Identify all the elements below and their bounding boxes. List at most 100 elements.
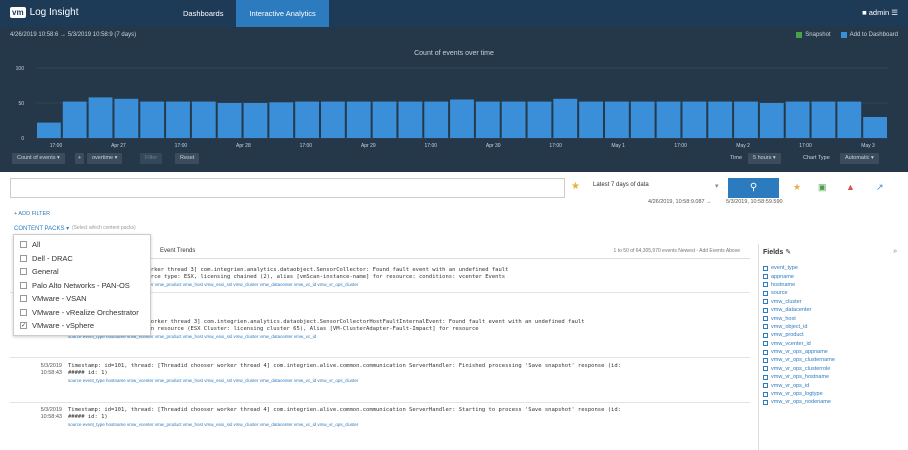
event-text[interactable]: #### [Threadid chooser worker thread 3] … <box>68 267 744 281</box>
chart-bar[interactable] <box>217 103 242 138</box>
add-filter-link[interactable]: + ADD FILTER <box>14 211 50 217</box>
export-icon[interactable]: ↗ <box>876 182 884 193</box>
chart-bar[interactable] <box>398 101 423 138</box>
content-pack-option[interactable]: ✓ VMware - vSphere <box>14 319 150 333</box>
chart-bar[interactable] <box>372 101 397 138</box>
event-fields[interactable]: source event_type hostname vmw_vcenter v… <box>68 377 744 384</box>
field-checkbox[interactable] <box>763 265 768 271</box>
chart-reset-button[interactable]: Reset <box>175 153 200 164</box>
chart-bar[interactable] <box>475 101 500 138</box>
add-dashboard-icon[interactable]: ▣ <box>818 182 827 193</box>
field-checkbox[interactable] <box>763 324 768 330</box>
time-range-select[interactable]: Latest 7 days of data <box>593 182 649 188</box>
tab-interactive-analytics[interactable]: Interactive Analytics <box>236 0 329 27</box>
chart-bar[interactable] <box>759 103 784 138</box>
chart-bar[interactable] <box>837 101 862 138</box>
chart-bar[interactable] <box>321 101 345 138</box>
chart-bar[interactable] <box>62 101 87 138</box>
events-tab-title[interactable]: Event Trends <box>160 248 195 254</box>
content-pack-option[interactable]: All <box>14 238 150 252</box>
user-menu[interactable]: ■ admin ☰ <box>862 8 898 17</box>
chart-bar[interactable] <box>682 101 707 138</box>
chart-filter-button[interactable]: Filter <box>140 153 163 164</box>
event-fields[interactable]: source event_type hostname vmw_vcenter v… <box>68 421 744 428</box>
field-item[interactable]: vmw_vr_ops_nodename <box>763 398 835 406</box>
field-checkbox[interactable] <box>763 299 768 305</box>
content-pack-option[interactable]: General <box>14 265 150 279</box>
content-packs-toggle[interactable]: CONTENT PACKS ▾ <box>14 225 69 232</box>
field-item[interactable]: vmw_vcenter_id <box>763 340 835 348</box>
checkbox-checked[interactable]: ✓ <box>20 322 27 330</box>
field-item[interactable]: appname <box>763 272 835 280</box>
tab-dashboards[interactable]: Dashboards <box>170 0 236 27</box>
field-item[interactable]: vmw_vr_ops_id <box>763 381 835 389</box>
snapshot-button[interactable]: Snapshot <box>796 32 831 38</box>
chart-bar[interactable] <box>243 103 268 138</box>
checkbox[interactable] <box>20 254 27 262</box>
field-item[interactable]: vmw_vr_ops_logtype <box>763 390 835 398</box>
event-fields[interactable]: source event_type hostname vmw_vcenter v… <box>68 281 744 288</box>
field-checkbox[interactable] <box>763 290 768 296</box>
field-checkbox[interactable] <box>763 374 768 380</box>
chart-bar[interactable] <box>269 102 294 138</box>
field-checkbox[interactable] <box>763 399 768 405</box>
field-checkbox[interactable] <box>763 349 768 355</box>
content-pack-option[interactable]: Palo Alto Networks - PAN-OS <box>14 279 150 293</box>
field-checkbox[interactable] <box>763 391 768 397</box>
chart-bar[interactable] <box>140 101 165 138</box>
field-item[interactable]: vmw_product <box>763 331 835 339</box>
content-pack-option[interactable]: VMware - vRealize Orchestrator <box>14 306 150 320</box>
overtime-dropdown[interactable]: overtime ▾ <box>87 153 123 164</box>
field-item[interactable]: vmw_host <box>763 314 835 322</box>
chart-bar[interactable] <box>501 101 526 138</box>
search-input[interactable] <box>10 178 565 198</box>
field-item[interactable]: vmw_vr_ops_clusterrole <box>763 365 835 373</box>
checkbox[interactable] <box>20 308 27 316</box>
chart-bar[interactable] <box>605 101 629 138</box>
chevron-down-icon[interactable]: ▾ <box>715 182 719 190</box>
chart-bar[interactable] <box>450 99 474 139</box>
pencil-icon[interactable]: ✎ <box>785 249 791 256</box>
field-checkbox[interactable] <box>763 332 768 338</box>
field-checkbox[interactable] <box>763 341 768 347</box>
chart-bar[interactable] <box>656 101 681 138</box>
chart-bar[interactable] <box>88 97 113 138</box>
field-checkbox[interactable] <box>763 366 768 372</box>
alert-bell-icon[interactable]: ▲ <box>846 182 855 192</box>
checkbox[interactable] <box>20 241 27 249</box>
chart-bar[interactable] <box>295 101 319 138</box>
checkbox[interactable] <box>20 295 27 303</box>
favorites-icon[interactable]: ★ <box>793 182 801 193</box>
chart-type-dropdown[interactable]: Automatic ▾ <box>840 153 879 164</box>
chart-bar[interactable] <box>811 101 836 138</box>
chart-bar[interactable] <box>863 117 887 138</box>
collapse-icon[interactable]: » <box>893 248 897 255</box>
field-item[interactable]: vmw_vr_ops_clustername <box>763 356 835 364</box>
field-item[interactable]: vmw_cluster <box>763 298 835 306</box>
checkbox[interactable] <box>20 268 27 276</box>
event-text[interactable]: Timestamp: id=101, thread: [Threadid cho… <box>68 407 744 421</box>
chart-bar[interactable] <box>553 98 578 138</box>
field-checkbox[interactable] <box>763 307 768 313</box>
field-item[interactable]: vmw_datacenter <box>763 306 835 314</box>
event-fields[interactable]: source event_type hostname vmw_vcenter v… <box>68 333 744 340</box>
end-date[interactable]: 5/3/2019, 10:58:59.590 <box>726 199 783 205</box>
add-to-dashboard-button[interactable]: Add to Dashboard <box>840 32 898 38</box>
field-item[interactable]: event_type <box>763 264 835 272</box>
field-item[interactable]: vmw_vr_ops_hostname <box>763 373 835 381</box>
checkbox[interactable] <box>20 281 27 289</box>
time-dropdown[interactable]: 5 hours ▾ <box>748 153 781 164</box>
field-item[interactable]: hostname <box>763 281 835 289</box>
chart-bar[interactable] <box>114 98 139 138</box>
field-item[interactable]: source <box>763 289 835 297</box>
field-item[interactable]: vmw_vr_ops_appname <box>763 348 835 356</box>
chart-bar[interactable] <box>424 101 449 138</box>
chart-bar[interactable] <box>734 101 758 138</box>
start-date[interactable]: 4/26/2019, 10:58:9.087 → <box>648 199 712 205</box>
field-checkbox[interactable] <box>763 282 768 288</box>
search-button[interactable]: ⚲ <box>728 178 779 198</box>
app-logo[interactable]: vm Log Insight <box>10 7 79 18</box>
chart-bar[interactable] <box>37 122 61 138</box>
chart-bar[interactable] <box>785 101 810 138</box>
chart-bar[interactable] <box>708 101 733 138</box>
